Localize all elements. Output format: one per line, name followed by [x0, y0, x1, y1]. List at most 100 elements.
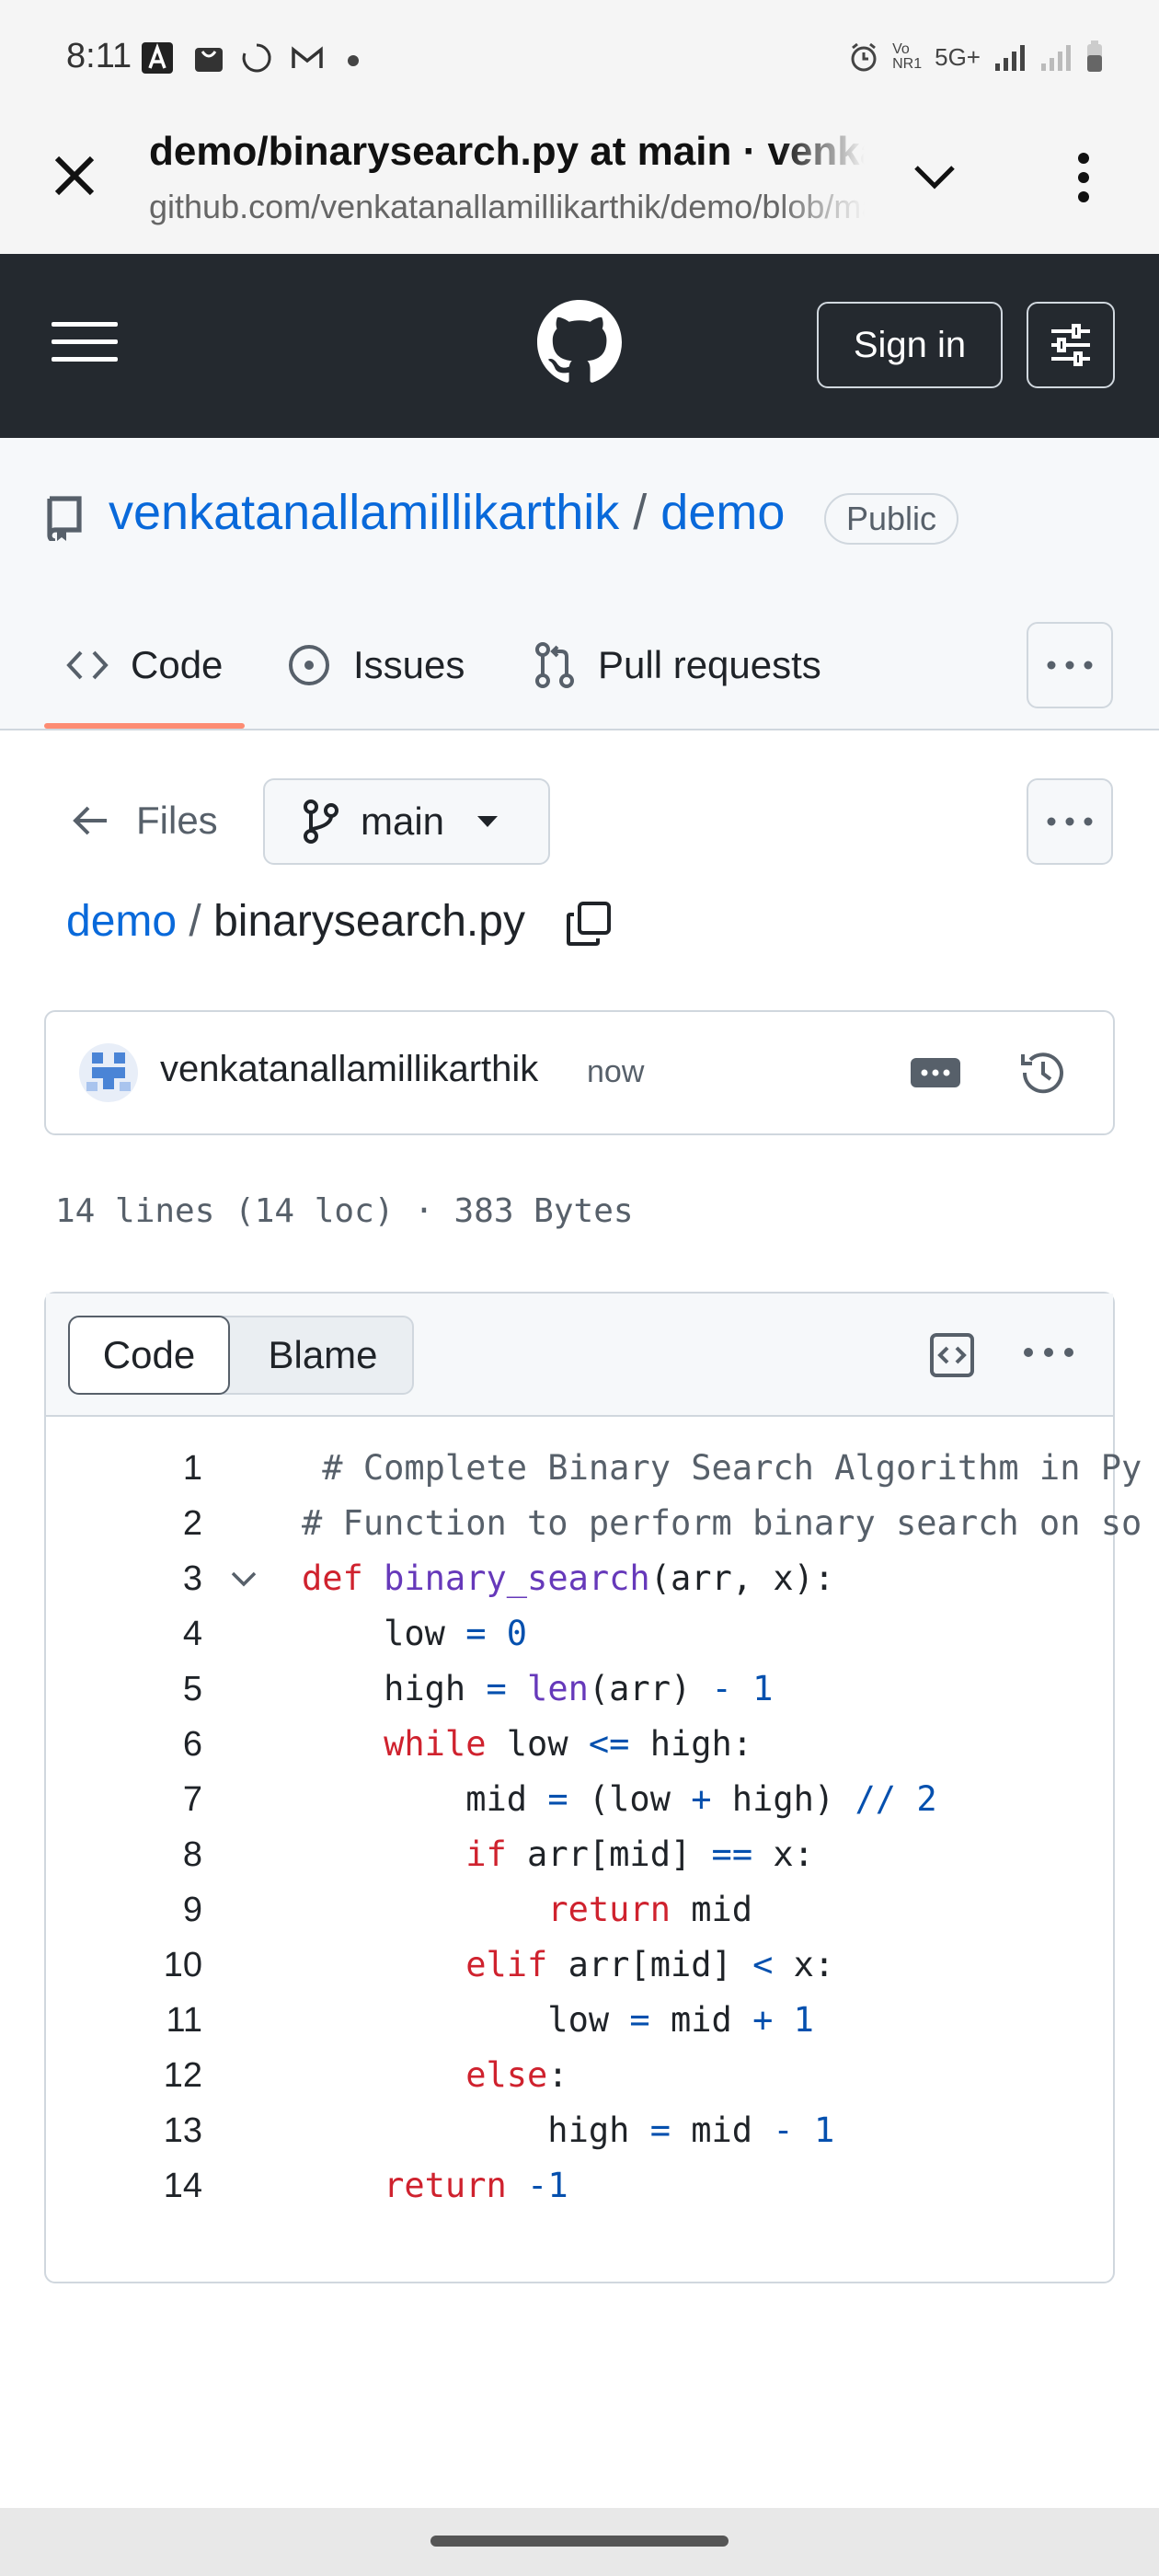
commit-message-toggle[interactable]: [911, 1058, 960, 1087]
code-line: 5 high = len(arr) - 1: [46, 1662, 1113, 1717]
repo-name-link[interactable]: demo: [660, 485, 785, 540]
copy-path-button[interactable]: [565, 900, 613, 948]
repo-path-separator: /: [633, 485, 648, 540]
close-icon: [54, 155, 95, 196]
line-number[interactable]: 9: [46, 1882, 202, 1938]
code-line: 6 while low <= high:: [46, 1717, 1113, 1772]
code-text: # Function to perform binary search on s…: [302, 1503, 1142, 1543]
home-gesture-bar[interactable]: [430, 2536, 729, 2547]
tab-pull-requests-label: Pull requests: [598, 643, 821, 686]
code-line: 4 low = 0: [46, 1606, 1113, 1662]
tab-pull-requests[interactable]: Pull requests: [534, 635, 821, 696]
tab-issues[interactable]: Issues: [287, 635, 465, 696]
code-text: # Complete Binary Search Algorithm in Py: [302, 1448, 1142, 1488]
line-number[interactable]: 13: [46, 2103, 202, 2158]
page-title: demo/binarysearch.py at main · venkatana…: [149, 129, 865, 174]
tab-issues-label: Issues: [353, 643, 465, 686]
branch-name: main: [361, 799, 445, 843]
breadcrumb-file-name: binarysearch.py: [213, 897, 525, 946]
line-number[interactable]: 7: [46, 1772, 202, 1827]
code-text: return -1: [384, 2166, 568, 2205]
file-metadata: 14 lines (14 loc) · 383 Bytes: [55, 1192, 634, 1230]
code-line: 10 elif arr[mid] < x:: [46, 1938, 1113, 1993]
github-logo-icon[interactable]: [537, 300, 622, 385]
volte-icon: Vo NR1: [892, 41, 923, 72]
ellipsis-icon: [1047, 817, 1093, 826]
close-tab-button[interactable]: [46, 147, 103, 204]
page-url[interactable]: github.com/venkatanallamillikarthik/demo…: [149, 188, 865, 226]
code-view-button[interactable]: Code: [68, 1316, 230, 1395]
active-tab-indicator: [44, 723, 245, 729]
repo-owner-link[interactable]: venkatanallamillikarthik: [109, 485, 619, 540]
alarm-icon: [851, 42, 877, 72]
sync-notification-icon: [241, 42, 272, 74]
pull-request-icon: [535, 642, 574, 688]
network-type: 5G+: [935, 42, 981, 71]
line-number[interactable]: 8: [46, 1827, 202, 1882]
sign-in-button[interactable]: Sign in: [817, 302, 1003, 388]
code-line: 8 if arr[mid] == x:: [46, 1827, 1113, 1882]
code-line: 2 # Function to perform binary search on …: [46, 1496, 1142, 1551]
breadcrumb-separator: /: [189, 897, 201, 946]
line-number[interactable]: 14: [46, 2158, 202, 2214]
copy-icon: [567, 902, 611, 946]
line-number[interactable]: 10: [46, 1938, 202, 1993]
status-time: 8:11: [66, 37, 132, 75]
blame-view-button[interactable]: Blame: [232, 1316, 414, 1395]
repo-icon: [44, 495, 85, 544]
tab-code[interactable]: Code: [66, 635, 223, 696]
raw-view-button[interactable]: [929, 1332, 975, 1378]
breadcrumb-repo-link[interactable]: demo: [66, 897, 177, 946]
code-text: else:: [465, 2055, 568, 2095]
tab-code-label: Code: [131, 643, 224, 686]
hamburger-icon: [52, 322, 118, 362]
code-text: while low <= high:: [384, 1724, 753, 1764]
code-line: 13 high = mid - 1: [46, 2103, 1113, 2158]
code-text: high = mid - 1: [302, 2110, 835, 2150]
code-more-button[interactable]: [1021, 1343, 1076, 1362]
history-button[interactable]: [1017, 1047, 1069, 1098]
hamburger-menu-button[interactable]: [52, 320, 118, 364]
ellipsis-icon: [1047, 661, 1093, 670]
code-text: if arr[mid] == x:: [465, 1834, 814, 1874]
code-line: 9 return mid: [46, 1882, 1113, 1938]
code-icon: [66, 650, 109, 680]
line-number[interactable]: 3: [46, 1551, 202, 1606]
arrow-left-icon: [73, 806, 107, 835]
code-text: return mid: [547, 1890, 753, 1929]
file-more-button[interactable]: [1027, 778, 1113, 865]
file-code-icon: [930, 1333, 974, 1377]
search-settings-button[interactable]: [1027, 302, 1115, 388]
caret-down-icon: [477, 816, 499, 827]
line-number[interactable]: 11: [46, 1993, 202, 2048]
repo-more-button[interactable]: [1027, 622, 1113, 708]
gmail-notification-icon: [291, 42, 323, 74]
line-number[interactable]: 5: [46, 1662, 202, 1717]
status-right-icons: Vo NR1 5G+: [848, 40, 1104, 74]
file-breadcrumb: demo / binarysearch.py: [66, 896, 525, 947]
code-text: def binary_search(arr, x):: [302, 1558, 835, 1598]
fold-chevron-icon[interactable]: [230, 1570, 258, 1588]
signal-2-icon: [1041, 45, 1071, 71]
files-back-button[interactable]: Files: [72, 793, 218, 848]
git-branch-icon: [304, 799, 339, 844]
issue-icon: [289, 645, 329, 685]
code-text: mid = (low + high) // 2: [302, 1779, 937, 1819]
browser-menu-button[interactable]: [1067, 147, 1100, 208]
code-line: 1 # Complete Binary Search Algorithm in …: [46, 1441, 1142, 1496]
line-number[interactable]: 6: [46, 1717, 202, 1772]
line-number[interactable]: 4: [46, 1606, 202, 1662]
avatar[interactable]: [79, 1043, 138, 1102]
signal-icon: [995, 45, 1025, 71]
branch-selector[interactable]: main: [263, 778, 550, 865]
code-line: 7 mid = (low + high) // 2: [46, 1772, 1113, 1827]
code-line: 14 return -1: [46, 2158, 1113, 2214]
commit-author[interactable]: venkatanallamillikarthik: [160, 1049, 538, 1090]
repo-path: venkatanallamillikarthik / demo: [109, 484, 785, 541]
line-number[interactable]: 2: [46, 1496, 202, 1551]
code-text: elif arr[mid] < x:: [465, 1945, 835, 1984]
expand-toolbar-button[interactable]: [911, 158, 958, 195]
line-number[interactable]: 12: [46, 2048, 202, 2103]
ellipsis-icon: [1024, 1348, 1073, 1357]
line-number[interactable]: 1: [46, 1441, 202, 1496]
